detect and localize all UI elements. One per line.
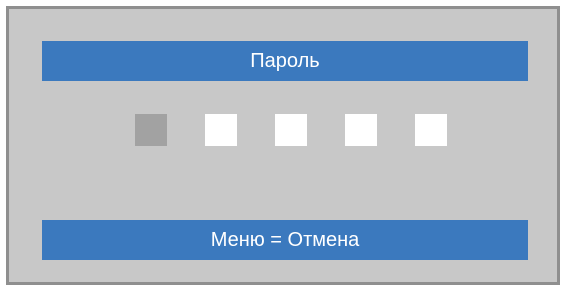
password-digit-2[interactable]: [205, 114, 237, 146]
dialog-title: Пароль: [42, 41, 528, 81]
password-digit-1[interactable]: [135, 114, 167, 146]
menu-cancel-hint: Меню = Отмена: [42, 220, 528, 260]
password-digit-3[interactable]: [275, 114, 307, 146]
password-digit-5[interactable]: [415, 114, 447, 146]
password-digit-4[interactable]: [345, 114, 377, 146]
password-input[interactable]: [135, 114, 455, 146]
password-dialog: Пароль Меню = Отмена: [6, 6, 560, 285]
